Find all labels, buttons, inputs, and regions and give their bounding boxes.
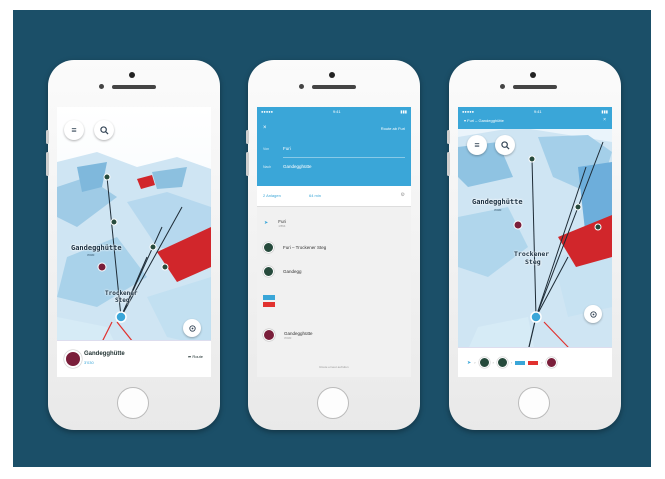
close-icon[interactable]: ×	[603, 117, 606, 123]
list-item[interactable]	[257, 287, 411, 315]
camera	[129, 72, 135, 78]
search-icon	[500, 140, 510, 150]
step-subtitle: 1'864	[278, 223, 286, 228]
map-label-altitude: 3'030	[494, 208, 502, 212]
list-item[interactable]: Gandegg	[257, 259, 411, 283]
map-label-steg[interactable]: Steg	[115, 297, 129, 304]
lift-icon	[496, 357, 508, 368]
phone-3: ●●●●● 9:41 ▮▮▮ ▾ Furi – Gandegghütte × ≡ G…	[447, 60, 621, 430]
route-screen: ●●●●● 9:41 ▮▮▮ × Route ab Furi Von Furi Na…	[257, 107, 411, 377]
map-label-trockener[interactable]: Trockener	[105, 290, 138, 297]
home-button[interactable]	[518, 387, 550, 419]
lift-icon	[263, 265, 274, 277]
camera	[530, 72, 536, 78]
status-bar: ●●●●● 9:41 ▮▮▮	[61, 109, 207, 114]
front-lens	[500, 84, 505, 89]
hut-icon	[64, 350, 82, 368]
route-title-label: Furi – Gandegghütte	[467, 118, 504, 123]
phone-1: ●●●●● 9:41 ▮▮▮ ≡ Gandegghütte 3'030 Trocke…	[46, 60, 220, 430]
speaker	[112, 85, 156, 89]
map-screen: ●●●●● 9:41 ▮▮▮ ≡ Gandegghütte 3'030 Trocke…	[57, 107, 211, 377]
camera	[329, 72, 335, 78]
piste-icon	[515, 360, 526, 365]
tab-duration[interactable]: 64 min	[309, 193, 321, 198]
tab-lifts[interactable]: 2 Anlagen	[263, 193, 281, 198]
route-action-label: Route	[192, 354, 203, 359]
hut-icon	[263, 329, 275, 341]
list-item[interactable]: Furi – Trockener Steg	[257, 235, 411, 259]
presentation-background: ●●●●● 9:41 ▮▮▮ ≡ Gandegghütte 3'030 Trocke…	[13, 10, 651, 467]
route-header: ●●●●● 9:41 ▮▮▮ ▾ Furi – Gandegghütte ×	[458, 107, 612, 129]
from-field[interactable]: Furi	[283, 146, 291, 151]
close-icon[interactable]: ×	[263, 125, 267, 131]
status-bar: ●●●●● 9:41 ▮▮▮	[261, 109, 407, 114]
map-label-gandegghuette[interactable]: Gandegghütte	[472, 198, 523, 206]
menu-icon: ≡	[71, 125, 77, 135]
list-item[interactable]: ➤ Furi 1'864	[257, 211, 411, 235]
search-button[interactable]	[495, 135, 515, 155]
place-altitude: 3'030	[84, 360, 94, 365]
piste-icon	[528, 360, 539, 365]
to-field[interactable]: Gandegghütte	[283, 164, 312, 169]
search-button[interactable]	[94, 120, 114, 140]
menu-button[interactable]: ≡	[467, 135, 487, 155]
start-icon: ➤	[467, 359, 472, 366]
locate-button[interactable]	[584, 305, 602, 323]
piste-icon	[263, 295, 275, 307]
home-button[interactable]	[317, 387, 349, 419]
status-bar: ●●●●● 9:41 ▮▮▮	[462, 109, 608, 114]
locate-icon	[589, 310, 597, 318]
front-lens	[99, 84, 104, 89]
step-title: Furi	[278, 218, 286, 224]
route-footer[interactable]: Route erneut aufrufen	[257, 365, 411, 369]
start-icon: ➤	[264, 220, 269, 226]
speaker	[312, 85, 356, 89]
step-title: Gandegg	[283, 268, 302, 274]
lift-icon	[263, 241, 274, 253]
settings-icon[interactable]: ⚙	[401, 192, 405, 198]
map-label-trockener[interactable]: Trockener	[514, 250, 549, 258]
lift-icon	[478, 357, 490, 368]
place-title: Gandegghütte	[84, 351, 125, 357]
route-action[interactable]: ➦ Route	[188, 354, 203, 359]
route-title[interactable]: ▾ Furi – Gandegghütte	[464, 118, 504, 123]
hut-icon	[545, 357, 557, 368]
speaker	[513, 85, 557, 89]
phone-2: ●●●●● 9:41 ▮▮▮ × Route ab Furi Von Furi Na…	[246, 60, 420, 430]
ski-map[interactable]	[57, 107, 211, 377]
list-item[interactable]: Gandegghütte 3'030	[257, 323, 411, 347]
route-map-screen: ●●●●● 9:41 ▮▮▮ ▾ Furi – Gandegghütte × ≡ G…	[458, 107, 612, 377]
map-label-altitude: 3'030	[87, 253, 95, 257]
step-title: Gandegghütte	[284, 330, 313, 336]
search-icon	[99, 125, 109, 135]
to-label: Nach	[263, 165, 272, 169]
menu-icon: ≡	[474, 140, 480, 150]
home-button[interactable]	[117, 387, 149, 419]
route-tabs: 2 Anlagen 64 min ⚙	[257, 186, 411, 207]
route-header-title: Route ab Furi	[380, 126, 405, 131]
locate-button[interactable]	[183, 319, 201, 337]
step-subtitle: 3'030	[284, 335, 292, 340]
step-title: Furi – Trockener Steg	[283, 244, 327, 250]
route-header: ●●●●● 9:41 ▮▮▮ × Route ab Furi Von Furi Na…	[257, 107, 411, 186]
route-steps-bar[interactable]: ➤ › › › ›	[458, 347, 612, 377]
front-lens	[299, 84, 304, 89]
from-label: Von	[263, 147, 270, 151]
map-label-steg[interactable]: Steg	[525, 258, 541, 266]
locate-icon	[188, 324, 196, 332]
map-label-gandegghuette[interactable]: Gandegghütte	[71, 244, 122, 252]
menu-button[interactable]: ≡	[64, 120, 84, 140]
place-card[interactable]: Gandegghütte 3'030 ➦ Route	[57, 340, 211, 377]
